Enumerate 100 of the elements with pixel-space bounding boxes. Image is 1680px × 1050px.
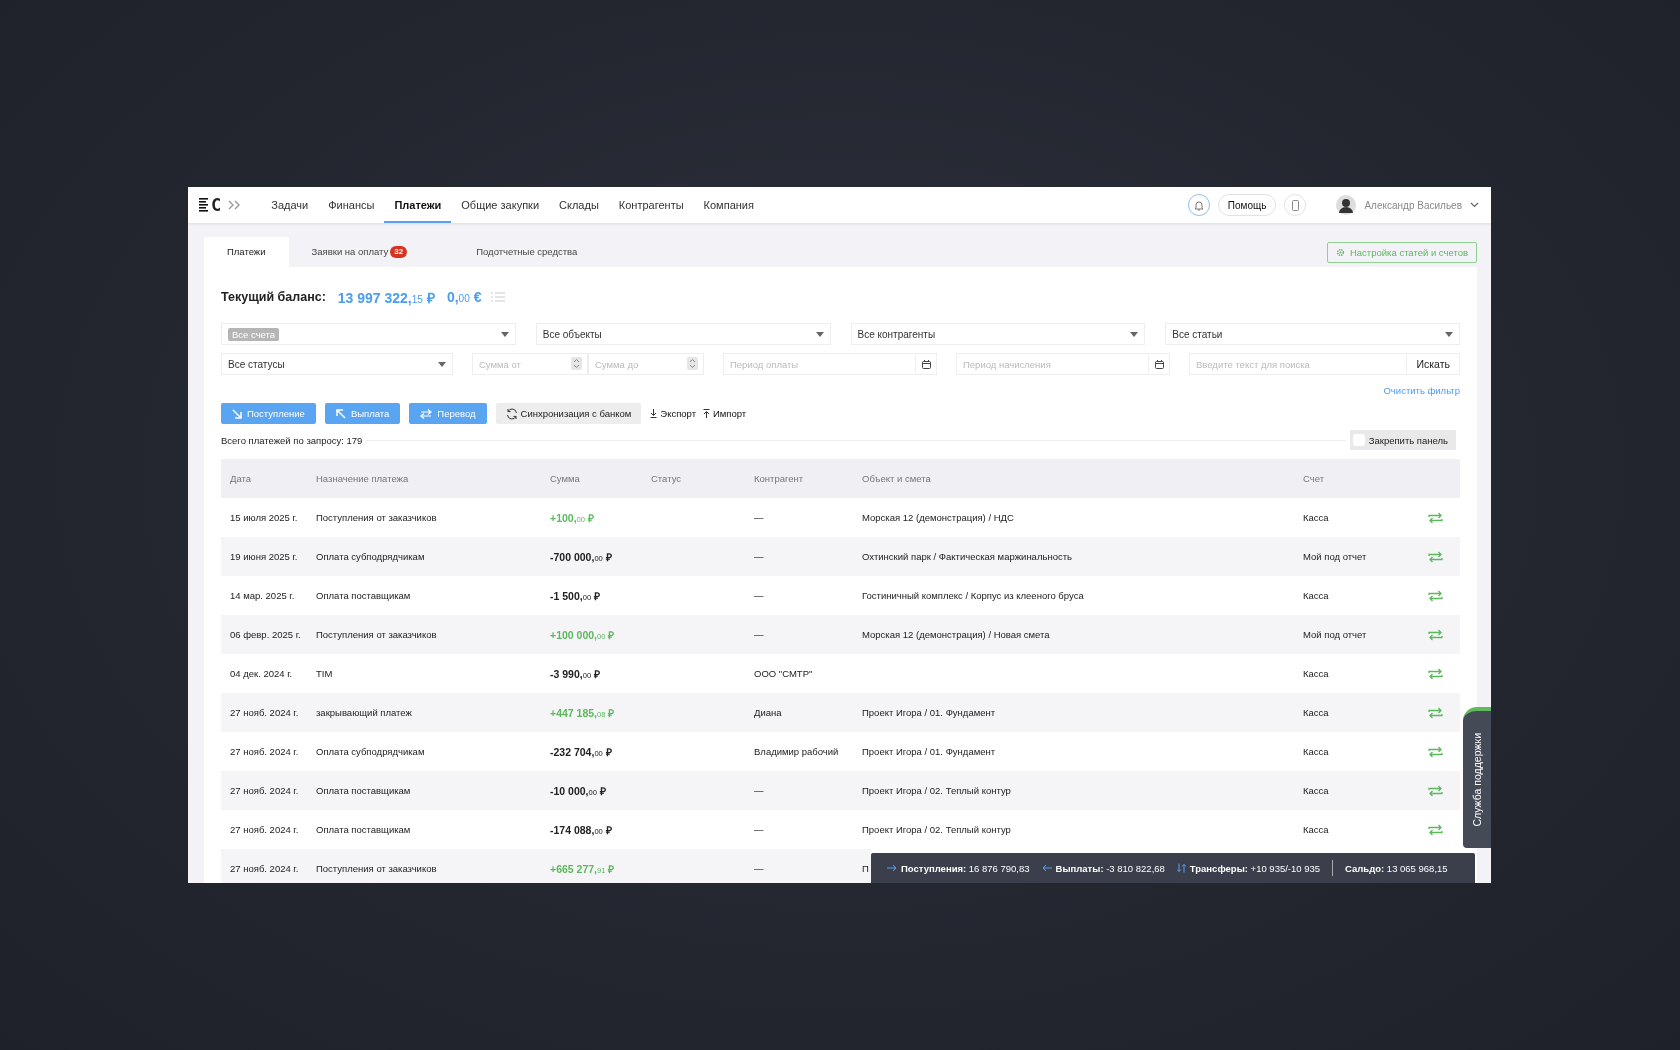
tab[interactable]: Платежи	[204, 237, 289, 267]
nav-link[interactable]: Контрагенты	[608, 187, 694, 223]
table-cell-text: 27 нояб. 2024 г.	[229, 863, 300, 874]
logo-letter: C	[211, 196, 222, 214]
sync-button[interactable]: Синхронизация с банком	[495, 403, 642, 424]
summary-value: Выплаты: -3 810 822,68	[1055, 862, 1165, 874]
spinner-icon[interactable]	[687, 357, 698, 370]
number-field[interactable]: Сумма от	[472, 353, 588, 375]
nav-link[interactable]: Общие закупки	[451, 187, 550, 223]
table-cell-text: —	[753, 590, 765, 601]
table-cell: Касса	[1303, 824, 1329, 835]
caret-icon	[1130, 331, 1139, 337]
table-cell-text: Оплата поставщикам	[315, 824, 412, 835]
action-link[interactable]: Импорт	[703, 408, 747, 419]
help-button[interactable]: Помощь	[1217, 194, 1277, 216]
double-chevron-icon[interactable]	[228, 200, 242, 210]
download-icon	[650, 409, 658, 418]
table-cell: Проект Игора / 02. Теплый контур	[862, 824, 1011, 835]
select-field[interactable]: Все статьи	[1165, 323, 1460, 345]
search-field[interactable]: Введите текст для поиска	[1189, 353, 1408, 375]
table-cell: Морская 12 (демонстрация) / НДС	[862, 512, 1014, 523]
table-cell-text: Оплата поставщикам	[315, 785, 412, 796]
repeat-icon[interactable]	[1427, 745, 1443, 758]
calendar-icon[interactable]	[1154, 359, 1164, 369]
column-header: Назначение платежа	[315, 473, 410, 484]
sync-icon	[505, 407, 518, 420]
amount-cell-text: +665 277,$_{91}$ ₽	[549, 861, 616, 876]
caret-icon	[1445, 331, 1453, 337]
repeat-icon[interactable]	[1427, 511, 1443, 524]
table-cell-text: закрывающий платеж	[315, 707, 413, 718]
tab[interactable]: Заявки на оплату 32	[288, 237, 454, 267]
search-button[interactable]: Искать	[1407, 353, 1460, 375]
table-cell-text: TIM	[315, 668, 334, 679]
chevron-down-icon[interactable]	[1470, 202, 1479, 208]
select-field[interactable]: Все объекты	[535, 323, 831, 345]
repeat-icon[interactable]	[1427, 589, 1443, 602]
table-row[interactable]: 27 нояб. 2024 г. Поступления от заказчиков +665 277,$_{91}$ ₽ — П	[221, 849, 871, 883]
table-row[interactable]: 19 июня 2025 г. Оплата субподрядчикам -700 000,$_{00}$ ₽ — Охтинский парк / Фактическая маржинальность Мой под отчет	[221, 537, 1460, 576]
avatar[interactable]	[1336, 195, 1357, 215]
table-row[interactable]: 27 нояб. 2024 г. закрывающий платеж +447 185,$_{08}$ ₽ Диана Проект Игора / 01. Фундамент Касса	[221, 693, 1460, 732]
table-cell-text: 19 июня 2025 г.	[229, 551, 299, 562]
action-link[interactable]: Экспорт	[650, 408, 696, 419]
repeat-icon[interactable]	[1427, 667, 1443, 680]
repeat-icon[interactable]	[1427, 628, 1443, 641]
calendar-icon[interactable]	[921, 359, 931, 369]
table-cell: Морская 12 (демонстрация) / Новая смета	[862, 629, 1050, 640]
table-cell: Касса	[1303, 512, 1329, 523]
transfer-arrows-icon	[420, 408, 433, 419]
table-cell-text: 27 нояб. 2024 г.	[229, 707, 300, 718]
repeat-icon[interactable]	[1427, 784, 1443, 797]
nav-link[interactable]: Задачи	[261, 187, 319, 223]
upload-icon	[703, 409, 710, 418]
phone-icon	[1291, 199, 1299, 211]
date-field[interactable]: Период оплаты	[723, 353, 937, 375]
table-cell: Охтинский парк / Фактическая маржинальность	[862, 551, 1072, 562]
caret-icon	[815, 331, 824, 337]
mobile-app-button[interactable]	[1284, 194, 1307, 216]
select-field[interactable]: Все контрагенты	[850, 323, 1146, 345]
nav-link[interactable]: Склады	[549, 187, 609, 223]
transfer-arrows-icon	[1176, 863, 1186, 873]
pin-panel-checkbox[interactable]: Закрепить панель	[1349, 430, 1456, 450]
tab[interactable]: Подотчетные средства	[453, 237, 601, 267]
table-row[interactable]: 27 нояб. 2024 г. Оплата поставщикам -10 000,$_{00}$ ₽ — Проект Игора / 02. Теплый контур Касса	[221, 771, 1460, 810]
user-name[interactable]: Александр Васильев	[1364, 199, 1462, 211]
table-row[interactable]: 06 февр. 2025 г. Поступления от заказчиков +100 000,$_{00}$ ₽ — Морская 12 (демонстрация) / Новая смета Мой под отчет	[221, 615, 1460, 654]
support-tab[interactable]: Служба поддержки	[1463, 707, 1491, 848]
select-field[interactable]: Все статусы	[221, 353, 453, 375]
table-cell: Гостиничный комплекс / Корпус из клееного бруса	[862, 590, 1084, 601]
summary-value: Поступления: 16 876 790,83	[901, 862, 1030, 874]
nav-link[interactable]: Финансы	[318, 187, 385, 223]
list-icon[interactable]	[491, 291, 506, 303]
date-field[interactable]: Период начисления	[956, 353, 1170, 375]
column-header: Объект и смета	[861, 473, 932, 484]
nav-link[interactable]: Компания	[693, 187, 764, 223]
table-cell: Касса	[1303, 668, 1329, 679]
caret-icon	[500, 331, 509, 337]
table-cell-text: —	[753, 629, 765, 640]
repeat-icon[interactable]	[1427, 706, 1443, 719]
notifications-button[interactable]	[1187, 194, 1210, 216]
amount-cell-text: -232 704,$_{00}$ ₽	[549, 744, 613, 759]
repeat-icon[interactable]	[1427, 550, 1443, 563]
amount-cell-text: -10 000,$_{00}$ ₽	[549, 783, 607, 798]
table-cell-text: 15 июля 2025 г.	[229, 512, 299, 523]
nav-link[interactable]: Платежи	[384, 187, 452, 223]
number-field[interactable]: Сумма до	[588, 353, 704, 375]
table-cell-text: 27 нояб. 2024 г.	[229, 746, 300, 757]
spinner-icon[interactable]	[571, 357, 582, 370]
table-cell-text: —	[753, 551, 765, 562]
amount-cell-text: -3 990,$_{00}$ ₽	[549, 666, 602, 681]
table-cell-text: —	[753, 824, 765, 835]
arrow-left-icon	[1041, 864, 1052, 872]
table-cell: Мой под отчет	[1303, 551, 1367, 562]
table-cell: Касса	[1303, 590, 1329, 601]
table-cell: Проект Игора / 01. Фундамент	[862, 707, 996, 718]
arrow-down-right-icon	[232, 408, 242, 419]
repeat-icon[interactable]	[1427, 823, 1443, 836]
caret-icon	[438, 361, 446, 367]
table-cell-text: Оплата поставщикам	[315, 590, 412, 601]
column-header: Счет	[1302, 473, 1326, 484]
table-cell-text: Оплата субподрядчикам	[315, 746, 426, 757]
